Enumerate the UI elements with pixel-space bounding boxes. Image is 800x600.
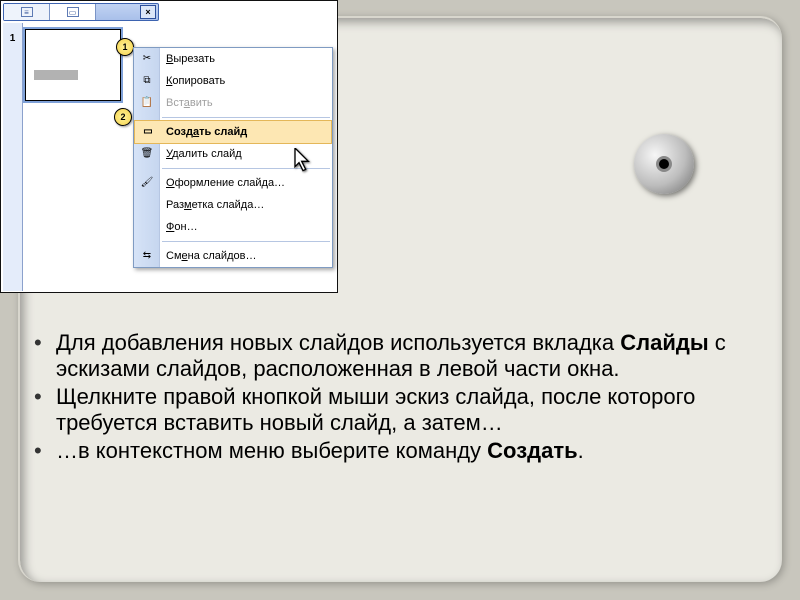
bullet-item: Щелкните правой кнопкой мыши эскиз слайд…: [30, 384, 750, 436]
callout-1: 1: [116, 38, 134, 56]
panel-titlebar: ×: [3, 3, 159, 21]
transition-icon: ⇆: [135, 248, 159, 264]
delete-icon: 🗑: [135, 146, 159, 162]
tab-outline[interactable]: [4, 4, 50, 20]
thumbnail-placeholder: [34, 70, 78, 80]
menu-label: Удалить слайд: [166, 148, 242, 160]
menu-label: Фон…: [166, 221, 198, 233]
cd-icon: [634, 134, 694, 194]
slide-number-rail: 1: [3, 23, 23, 291]
scissors-icon: ✂: [135, 51, 159, 67]
menu-label: Разметка слайда…: [166, 199, 264, 211]
new-slide-icon: ▭: [136, 124, 160, 140]
design-icon: 🖌: [135, 175, 159, 191]
menu-label: Смена слайдов…: [166, 250, 256, 262]
bullet-item: Для добавления новых слайдов используетс…: [30, 330, 750, 382]
menu-item-slide-design[interactable]: 🖌 Оформление слайда…: [134, 172, 332, 194]
slides-icon: [67, 7, 79, 17]
menu-label: Оформление слайда…: [166, 177, 285, 189]
screenshot-panel: × 1 1 2 ✂ Вырезать ⧉ Копировать 📋 Встави…: [0, 0, 338, 293]
menu-label: Создать слайд: [166, 126, 247, 138]
menu-item-paste: 📋 Вставить: [134, 92, 332, 114]
slide-thumbnail[interactable]: [25, 29, 121, 101]
context-menu: ✂ Вырезать ⧉ Копировать 📋 Вставить ▭ Соз…: [133, 47, 333, 268]
paste-icon: 📋: [135, 95, 159, 111]
body-text: Для добавления новых слайдов используетс…: [30, 330, 750, 466]
menu-item-copy[interactable]: ⧉ Копировать: [134, 70, 332, 92]
bullet-item: …в контекстном меню выберите команду Соз…: [30, 438, 750, 464]
outline-icon: [21, 7, 33, 17]
menu-item-delete-slide[interactable]: 🗑 Удалить слайд: [134, 143, 332, 165]
menu-label: Вырезать: [166, 53, 215, 65]
menu-label: Вставить: [166, 97, 213, 109]
copy-icon: ⧉: [135, 73, 159, 89]
callout-2: 2: [114, 108, 132, 126]
menu-item-create-slide[interactable]: ▭ Создать слайд: [135, 121, 331, 143]
close-panel-button[interactable]: ×: [140, 5, 156, 19]
tab-slides[interactable]: [50, 4, 96, 20]
layout-icon: [135, 197, 159, 213]
menu-label: Копировать: [166, 75, 225, 87]
menu-item-cut[interactable]: ✂ Вырезать: [134, 48, 332, 70]
menu-separator: [162, 117, 330, 118]
menu-separator: [162, 241, 330, 242]
menu-item-slide-transition[interactable]: ⇆ Смена слайдов…: [134, 245, 332, 267]
menu-item-background[interactable]: Фон…: [134, 216, 332, 238]
slide-number: 1: [3, 33, 22, 44]
menu-separator: [162, 168, 330, 169]
menu-item-slide-layout[interactable]: Разметка слайда…: [134, 194, 332, 216]
background-icon: [135, 219, 159, 235]
